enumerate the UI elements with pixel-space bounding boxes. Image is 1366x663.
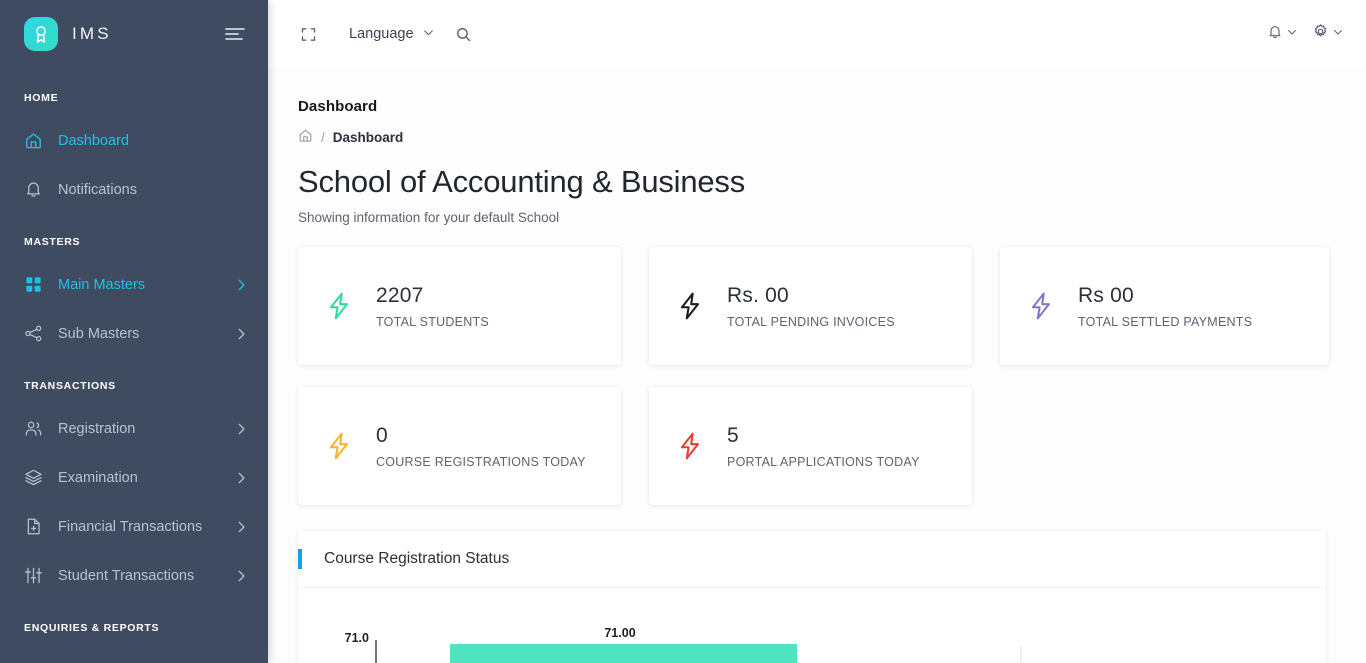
layers-icon	[24, 468, 50, 487]
stat-value: 0	[376, 423, 388, 447]
bolt-icon	[324, 291, 354, 321]
menu-collapse-icon[interactable]	[224, 25, 246, 43]
sidebar-item-label: Dashboard	[58, 132, 129, 149]
share-nodes-icon	[24, 324, 50, 343]
breadcrumb: / Dashboard	[298, 128, 1330, 146]
sidebar-item-student-transactions[interactable]: Student Transactions	[0, 551, 268, 600]
chart-data-label: 71.00	[604, 626, 635, 640]
chevron-right-icon	[234, 327, 248, 341]
breadcrumb-separator: /	[321, 129, 325, 145]
chevron-right-icon	[234, 569, 248, 583]
page-content: Dashboard / Dashboard School of Accounti…	[268, 98, 1366, 663]
chevron-right-icon	[234, 471, 248, 485]
topbar: Language	[268, 0, 1366, 68]
stat-label: TOTAL SETTLED PAYMENTS	[1078, 314, 1253, 329]
notifications-menu[interactable]	[1267, 24, 1298, 45]
sliders-icon	[24, 566, 50, 585]
school-heading: School of Accounting & Business	[298, 164, 746, 199]
sidebar-section-masters: MASTERS	[24, 236, 81, 248]
stat-card-course-registrations-today[interactable]: 0 COURSE REGISTRATIONS TODAY	[298, 387, 621, 505]
chevron-down-icon	[422, 26, 435, 43]
stat-value: Rs 00	[1078, 283, 1134, 307]
topbar-left: Language	[290, 17, 482, 51]
stat-label: PORTAL APPLICATIONS TODAY	[727, 454, 920, 469]
app-root: IMS HOME Dashboard Notifications MASTERS…	[0, 0, 1366, 663]
file-plus-icon	[24, 517, 50, 536]
sidebar-header: IMS	[0, 0, 268, 68]
award-badge-icon	[24, 17, 58, 51]
search-icon[interactable]	[445, 17, 482, 51]
bolt-icon	[1026, 291, 1056, 321]
chart-body: 71.0 71.00	[298, 588, 1326, 663]
grid-squares-icon	[24, 275, 50, 294]
sidebar: IMS HOME Dashboard Notifications MASTERS…	[0, 0, 268, 663]
stat-label: TOTAL STUDENTS	[376, 314, 490, 329]
stat-label: TOTAL PENDING INVOICES	[727, 314, 895, 329]
users-icon	[24, 419, 50, 438]
sidebar-item-label: Sub Masters	[58, 325, 140, 342]
stat-card-total-students[interactable]: 2207 TOTAL STUDENTS	[298, 247, 621, 365]
main-area: Language Dashboard / Dashboard School of…	[268, 0, 1366, 663]
settings-menu[interactable]	[1312, 23, 1344, 45]
sidebar-item-sub-masters[interactable]: Sub Masters	[0, 309, 268, 358]
home-icon	[24, 131, 50, 150]
fullscreen-expand-icon[interactable]	[290, 17, 327, 51]
chart-header: Course Registration Status	[298, 531, 1326, 588]
chevron-down-icon	[1286, 25, 1298, 43]
bolt-icon	[675, 431, 705, 461]
stat-card-row-1: 2207 TOTAL STUDENTS Rs. 00 TOTAL PENDING…	[298, 247, 1330, 365]
bell-icon	[24, 180, 50, 199]
stat-card-total-settled-payments[interactable]: Rs 00 TOTAL SETTLED PAYMENTS	[1000, 247, 1329, 365]
stat-value: 5	[727, 423, 739, 447]
bar-chart[interactable]: 71.0 71.00	[298, 588, 1326, 663]
sidebar-section-transactions: TRANSACTIONS	[24, 380, 116, 392]
sidebar-item-notifications[interactable]: Notifications	[0, 165, 268, 214]
sidebar-item-financial-transactions[interactable]: Financial Transactions	[0, 502, 268, 551]
chevron-down-icon	[1332, 25, 1344, 43]
school-subheading: Showing information for your default Sch…	[298, 210, 560, 225]
stat-value: Rs. 00	[727, 283, 789, 307]
sidebar-item-label: Financial Transactions	[58, 518, 203, 535]
bolt-icon	[675, 291, 705, 321]
sidebar-item-label: Notifications	[58, 181, 137, 198]
sidebar-section-enquiries-reports: ENQUIRIES & REPORTS	[24, 622, 160, 634]
sidebar-item-label: Registration	[58, 420, 136, 437]
language-label: Language	[349, 26, 414, 42]
sidebar-item-examination[interactable]: Examination	[0, 453, 268, 502]
gear-icon	[1312, 23, 1329, 45]
chart-axis-tick-label: 71.0	[345, 631, 369, 645]
brand-name: IMS	[72, 24, 112, 43]
sidebar-section-home: HOME	[24, 92, 59, 104]
sidebar-item-label: Examination	[58, 469, 138, 486]
chevron-right-icon	[234, 278, 248, 292]
sidebar-item-label: Main Masters	[58, 276, 146, 293]
stat-value: 2207	[376, 283, 424, 307]
topbar-right	[1267, 23, 1344, 45]
language-dropdown[interactable]: Language	[327, 17, 445, 51]
brand[interactable]: IMS	[24, 17, 112, 51]
chart-title: Course Registration Status	[324, 550, 510, 567]
stat-card-row-2: 0 COURSE REGISTRATIONS TODAY 5 PORTAL AP…	[298, 387, 1330, 505]
bell-icon	[1267, 24, 1283, 45]
sidebar-item-label: Student Transactions	[58, 567, 195, 584]
page-title: Dashboard	[298, 98, 378, 115]
chevron-right-icon	[234, 520, 248, 534]
stat-label: COURSE REGISTRATIONS TODAY	[376, 454, 586, 469]
home-outline-icon[interactable]	[298, 128, 313, 146]
bolt-icon	[324, 431, 354, 461]
breadcrumb-current[interactable]: Dashboard	[333, 130, 404, 145]
chart-bar	[450, 644, 797, 663]
sidebar-item-dashboard[interactable]: Dashboard	[0, 116, 268, 165]
stat-card-total-pending-invoices[interactable]: Rs. 00 TOTAL PENDING INVOICES	[649, 247, 972, 365]
sidebar-item-registration[interactable]: Registration	[0, 404, 268, 453]
sidebar-item-main-masters[interactable]: Main Masters	[0, 260, 268, 309]
chevron-right-icon	[234, 422, 248, 436]
course-registration-status-card: Course Registration Status 71.0 71.00	[298, 531, 1326, 663]
stat-card-portal-applications-today[interactable]: 5 PORTAL APPLICATIONS TODAY	[649, 387, 972, 505]
